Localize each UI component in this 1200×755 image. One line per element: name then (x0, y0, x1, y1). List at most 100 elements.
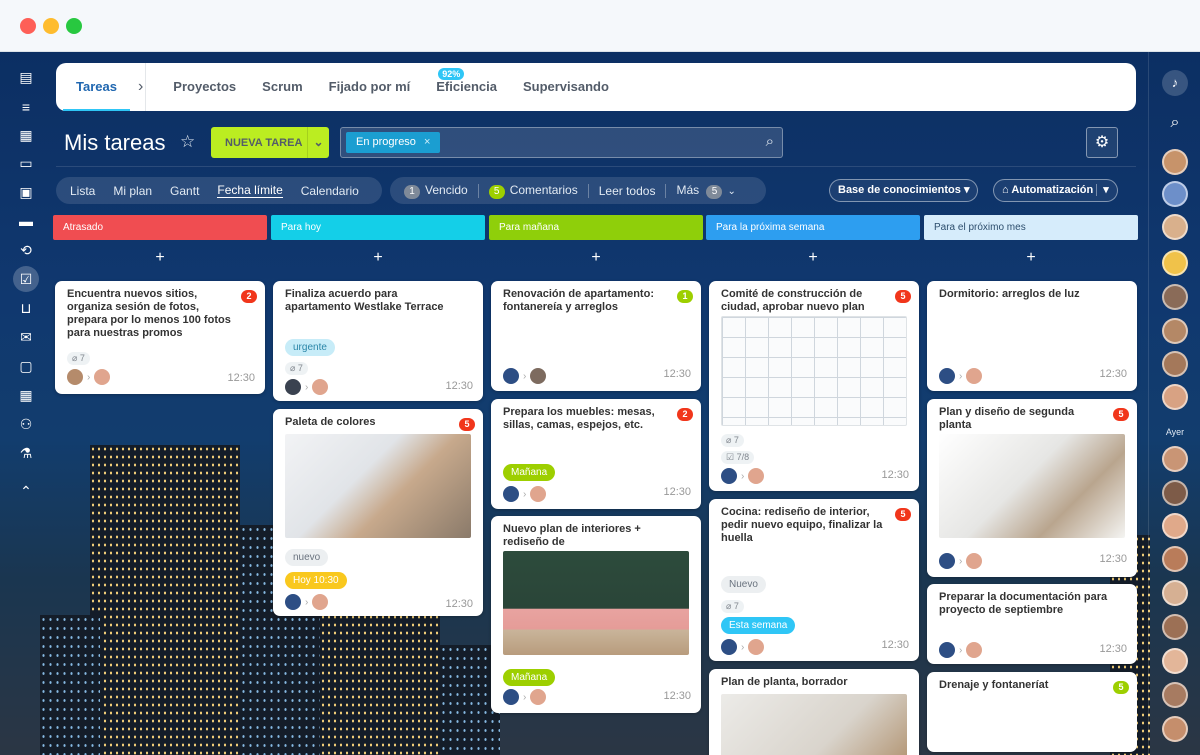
chevron-down-icon[interactable]: ⌄ (307, 127, 329, 158)
filter-chip[interactable]: En progreso × (346, 132, 441, 153)
task-title: Nuevo plan de interiores + rediseño de (503, 523, 641, 548)
chevron-down-icon: ▾ (963, 184, 970, 196)
avatar[interactable] (1162, 446, 1188, 472)
avatar[interactable] (1162, 648, 1188, 674)
add-task-button[interactable]: + (271, 243, 485, 273)
minimize-window-button[interactable] (43, 18, 59, 34)
view-fecha-limite[interactable]: Fecha límite (217, 183, 283, 198)
task-card[interactable]: Paleta de colores 5 nuevo Hoy 10:30 › 12… (273, 409, 483, 616)
task-title: Plan y diseño de segunda planta (939, 406, 1075, 431)
close-icon[interactable]: × (424, 136, 430, 148)
avatar[interactable] (1162, 546, 1188, 572)
add-task-button[interactable]: + (706, 243, 920, 273)
task-people: › (939, 642, 983, 658)
avatar (530, 689, 547, 705)
avatar (939, 642, 955, 658)
avatar[interactable] (1162, 614, 1188, 640)
avatar[interactable] (1162, 580, 1188, 606)
avatar[interactable] (1162, 480, 1188, 506)
avatar[interactable] (1162, 149, 1188, 175)
avatar[interactable] (1162, 682, 1188, 708)
task-card[interactable]: Dormitorio: arreglos de luz › 12:30 (927, 281, 1137, 391)
avatar[interactable] (1162, 513, 1188, 539)
read-all-link[interactable]: Leer todos (599, 184, 656, 198)
view-gantt[interactable]: Gantt (170, 184, 199, 198)
tab-fijado[interactable]: Fijado por mí (316, 63, 424, 111)
maximize-window-button[interactable] (66, 18, 82, 34)
knowledge-base-button[interactable]: Base de conocimientos ▾ (829, 179, 979, 202)
star-icon[interactable]: ☆ (180, 132, 195, 152)
more-button[interactable]: Más 5 ⌄ (676, 183, 736, 199)
comment-count-badge: 2 (677, 408, 693, 421)
top-tabs: Tareas › Proyectos Scrum Fijado por mí 9… (56, 63, 1136, 111)
contacts-icon[interactable]: ▣ (13, 179, 39, 205)
avatar[interactable] (1162, 716, 1188, 742)
task-card[interactable]: Plan de planta, borrador (709, 669, 919, 755)
task-time: 12:30 (445, 598, 473, 610)
drive-icon[interactable]: ▬ (13, 208, 39, 234)
add-task-button[interactable]: + (924, 243, 1138, 273)
tab-supervisando[interactable]: Supervisando (510, 63, 622, 111)
view-calendario[interactable]: Calendario (301, 184, 359, 198)
left-sidebar: ▤ ≡ ▦ ▭ ▣ ▬ ⟲ ☑ ⊔ ✉ ▢ ▦ ⚇ ⚗ ⌃ (0, 52, 52, 755)
view-switcher: Lista Mi plan Gantt Fecha límite Calenda… (56, 177, 382, 204)
task-card[interactable]: Finaliza acuerdo para apartamento Westla… (273, 281, 483, 401)
feed-icon[interactable]: ▤ (13, 64, 39, 90)
comment-count-badge: 5 (1113, 408, 1129, 421)
task-card[interactable]: Nuevo plan de interiores + rediseño de M… (491, 516, 701, 713)
search-icon[interactable]: ⌕ (766, 133, 774, 150)
counters-bar: 1 Vencido 5 Comentarios Leer todos Más 5 ⌄ (390, 177, 766, 204)
gear-icon[interactable]: ⚙ (1086, 127, 1118, 158)
mail-icon[interactable]: ✉ (13, 324, 39, 350)
grid-icon[interactable]: ▦ (13, 122, 39, 148)
task-card[interactable]: Preparar la documentación para proyecto … (927, 584, 1137, 664)
tab-scrum[interactable]: Scrum (249, 63, 315, 111)
avatar[interactable] (1162, 250, 1188, 276)
automation-button[interactable]: ⌂ Automatización ▾ (993, 179, 1118, 202)
group-icon[interactable]: ⚇ (13, 411, 39, 437)
collapse-icon[interactable]: ⌃ (13, 478, 39, 504)
view-lista[interactable]: Lista (70, 184, 95, 198)
flask-icon[interactable]: ⚗ (13, 440, 39, 466)
task-title: Plan de planta, borrador (721, 676, 848, 688)
view-mi-plan[interactable]: Mi plan (113, 184, 152, 198)
tab-tareas[interactable]: Tareas (63, 63, 130, 111)
task-card[interactable]: Prepara los muebles: mesas, sillas, cama… (491, 399, 701, 509)
task-card[interactable]: Cocina: rediseño de interior, pedir nuev… (709, 499, 919, 661)
search-icon[interactable]: ⌕ (1162, 110, 1188, 136)
counter-vencido[interactable]: 1 Vencido (404, 183, 468, 199)
add-task-button[interactable]: + (489, 243, 703, 273)
task-card[interactable]: Renovación de apartamento: fontanereía y… (491, 281, 701, 391)
attachment-count-value: 7 (297, 363, 303, 373)
avatar[interactable] (1162, 318, 1188, 344)
tasks-icon[interactable]: ☑ (13, 266, 39, 292)
bell-icon[interactable]: ♪ (1162, 70, 1188, 96)
avatar[interactable] (1162, 284, 1188, 310)
calendar-icon[interactable]: ▦ (13, 382, 39, 408)
close-window-button[interactable] (20, 18, 36, 34)
avatar[interactable] (1162, 214, 1188, 240)
task-card[interactable]: Plan y diseño de segunda planta 5 › 12:3… (927, 399, 1137, 577)
cart-icon[interactable]: ⊔ (13, 295, 39, 321)
avatar[interactable] (1162, 351, 1188, 377)
filter-icon[interactable]: ≡ (13, 94, 39, 120)
add-task-button[interactable]: + (53, 243, 267, 273)
task-card[interactable]: Encuentra nuevos sitios, organiza sesión… (55, 281, 265, 394)
avatar[interactable] (1162, 181, 1188, 207)
chevron-right-icon: › (523, 488, 527, 500)
tab-eficiencia[interactable]: 92% Eficiencia (423, 63, 510, 111)
avatar[interactable] (1162, 384, 1188, 410)
window-icon[interactable]: ▭ (13, 150, 39, 176)
task-card[interactable]: Comité de construcción de ciudad, aproba… (709, 281, 919, 491)
tab-proyectos[interactable]: Proyectos (160, 63, 249, 111)
task-card[interactable]: Drenaje y fontaneríat 5 (927, 672, 1137, 752)
sync-icon[interactable]: ⟲ (13, 237, 39, 263)
attachment-count-value: 7 (733, 601, 739, 611)
task-title: Drenaje y fontaneríat (939, 679, 1049, 691)
counter-comentarios[interactable]: 5 Comentarios (488, 183, 578, 199)
chevron-right-icon[interactable]: › (138, 78, 143, 96)
new-task-button[interactable]: NUEVA TAREA ⌄ (211, 127, 329, 158)
divider (477, 183, 479, 198)
chat-icon[interactable]: ▢ (13, 353, 39, 379)
search-input[interactable]: En progreso × ⌕ (340, 127, 783, 158)
